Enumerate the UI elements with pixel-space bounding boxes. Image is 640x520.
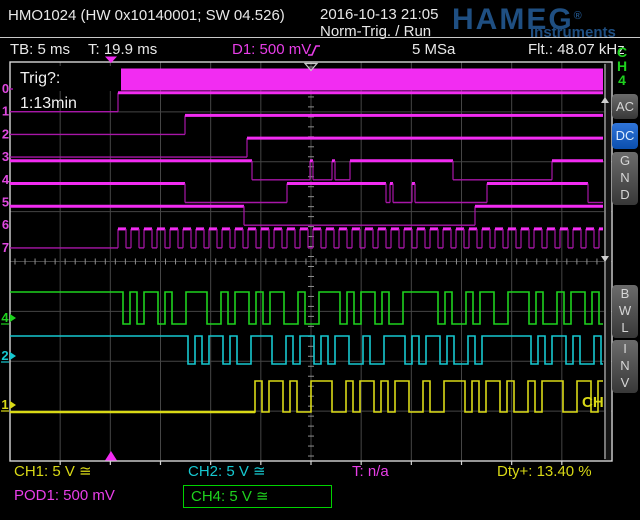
svg-text:0: 0 bbox=[2, 81, 9, 96]
svg-text:1: 1 bbox=[1, 397, 8, 412]
side-menu-channel-label: C H 4 bbox=[617, 45, 627, 87]
side-button-bwl[interactable]: B W L bbox=[612, 285, 638, 338]
side-button-ac[interactable]: AC bbox=[612, 94, 638, 119]
svg-text:1: 1 bbox=[2, 104, 9, 119]
ch2-scale-label: CH2: 5 V ≅ bbox=[188, 463, 266, 481]
svg-text:4: 4 bbox=[2, 172, 10, 187]
duty-cycle-label: Dty+: 13.40 % bbox=[497, 463, 592, 481]
svg-text:3: 3 bbox=[2, 149, 9, 164]
svg-text:4: 4 bbox=[1, 310, 9, 325]
oscilloscope-screen: HMO1024 (HW 0x10140001; SW 04.526) 2016-… bbox=[0, 0, 640, 520]
ch1-scale-label: CH1: 5 V ≅ bbox=[14, 463, 92, 481]
side-button-dc[interactable]: DC bbox=[612, 123, 638, 149]
svg-text:5: 5 bbox=[2, 195, 9, 210]
period-measure-label: T: n/a bbox=[352, 463, 389, 481]
ch4-selected-box[interactable]: CH4: 5 V ≅ bbox=[183, 485, 332, 508]
svg-text:2: 2 bbox=[2, 126, 9, 141]
trigger-warning-box: Trig?: 1:13min bbox=[13, 66, 121, 91]
svg-text:6: 6 bbox=[2, 217, 9, 232]
side-button-inv[interactable]: I N V bbox=[612, 340, 638, 393]
ch-clipped-label: CH bbox=[582, 394, 604, 411]
svg-text:7: 7 bbox=[2, 240, 9, 255]
svg-text:2: 2 bbox=[1, 348, 8, 363]
pod1-scale-label: POD1: 500 mV bbox=[14, 487, 115, 505]
side-button-gnd[interactable]: G N D bbox=[612, 152, 638, 205]
